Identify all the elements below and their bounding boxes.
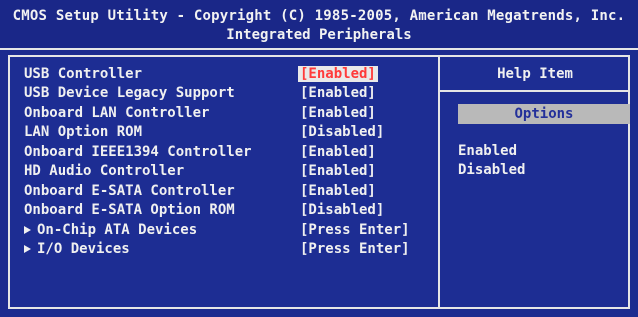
submenu-label: On-Chip ATA Devices [24,222,300,238]
setting-row-hd-audio[interactable]: HD Audio Controller [Enabled] [24,162,434,182]
setting-label: I/O Devices [37,241,130,258]
option-item-enabled[interactable]: Enabled [458,143,525,162]
setting-label: Onboard LAN Controller [24,104,210,121]
setting-value-selected[interactable]: [Enabled] [298,65,378,82]
setting-label: Onboard E-SATA Controller [24,182,235,199]
setting-row-lan-controller[interactable]: Onboard LAN Controller [Enabled] [24,103,434,123]
setting-label: On-Chip ATA Devices [37,221,198,238]
utility-title: CMOS Setup Utility - Copyright (C) 1985-… [12,8,626,24]
setting-label: LAN Option ROM [24,124,143,141]
submenu-label: I/O Devices [24,241,300,257]
setting-row-esata-option-rom[interactable]: Onboard E-SATA Option ROM [Disabled] [24,201,434,221]
setting-row-lan-option-rom[interactable]: LAN Option ROM [Disabled] [24,123,434,143]
setting-row-usb-controller[interactable]: USB Controller [Enabled] [24,64,434,84]
setting-value[interactable]: [Enabled] [300,183,376,199]
options-list: Enabled Disabled [458,143,525,181]
setting-row-onchip-ata[interactable]: On-Chip ATA Devices [Press Enter] [24,220,434,240]
setting-value[interactable]: [Press Enter] [300,222,410,238]
setting-label: USB Device Legacy Support [24,85,235,102]
option-item-disabled[interactable]: Disabled [458,162,525,181]
setting-label: Onboard IEEE1394 Controller [24,143,252,160]
setting-value[interactable]: [Press Enter] [300,241,410,257]
setting-value[interactable]: [Enabled] [300,163,376,179]
setting-label: Onboard E-SATA Option ROM [24,202,235,219]
setting-value[interactable]: [Disabled] [300,124,384,140]
setting-row-usb-legacy[interactable]: USB Device Legacy Support [Enabled] [24,84,434,104]
setting-value[interactable]: [Enabled] [300,144,376,160]
setting-value[interactable]: [Enabled] [300,105,376,121]
setting-label: HD Audio Controller [24,163,185,180]
setting-label: USB Controller [24,65,143,82]
setting-row-io-devices[interactable]: I/O Devices [Press Enter] [24,240,434,260]
panel-divider [438,55,440,309]
setting-row-ieee1394[interactable]: Onboard IEEE1394 Controller [Enabled] [24,142,434,162]
help-item-title: Help Item [497,66,573,82]
submenu-arrow-icon [24,225,31,234]
page-title: Integrated Peripherals [226,27,412,43]
setting-value[interactable]: [Enabled] [300,85,376,101]
options-header: Options [458,104,630,124]
setting-value[interactable]: [Disabled] [300,202,384,218]
bios-header: CMOS Setup Utility - Copyright (C) 1985-… [0,0,638,50]
submenu-arrow-icon [24,245,31,254]
settings-list: USB Controller [Enabled] USB Device Lega… [24,64,434,259]
setting-row-esata-controller[interactable]: Onboard E-SATA Controller [Enabled] [24,181,434,201]
help-divider [440,90,630,92]
